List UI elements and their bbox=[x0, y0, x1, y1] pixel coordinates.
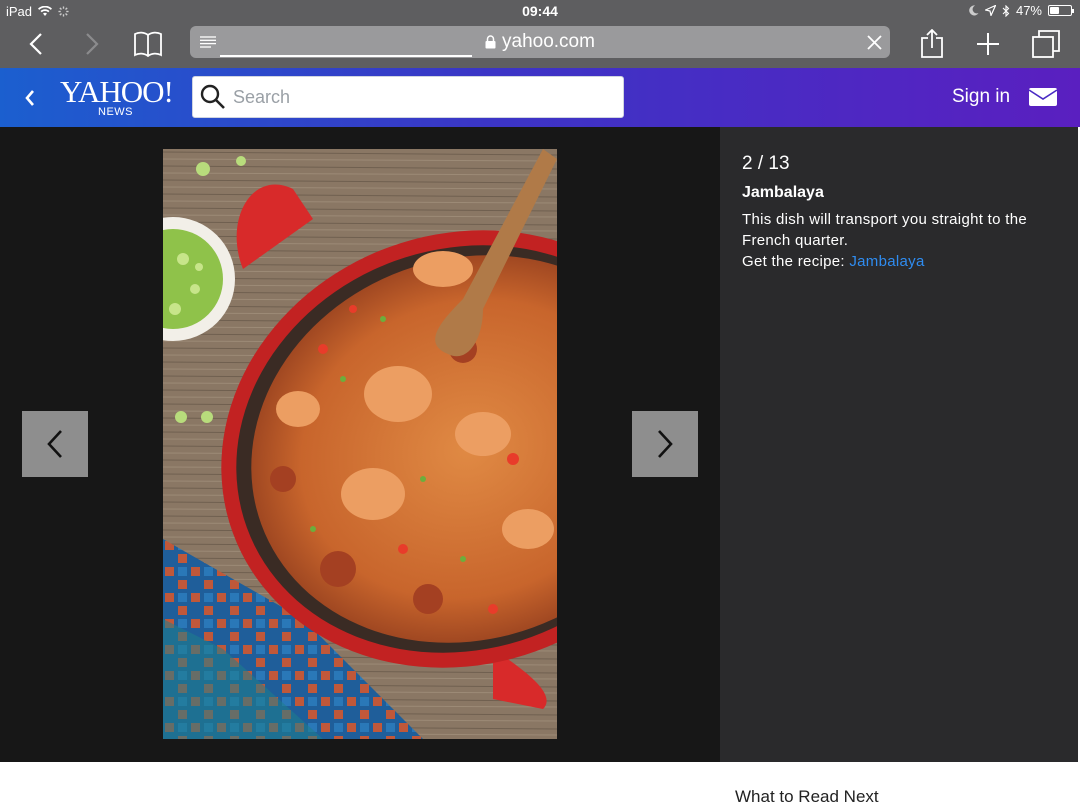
slide-description: This dish will transport you straight to… bbox=[742, 211, 1027, 249]
plus-icon bbox=[977, 33, 999, 55]
chevron-left-icon bbox=[47, 430, 62, 458]
browser-back-button[interactable] bbox=[18, 26, 54, 62]
browser-forward-button[interactable] bbox=[74, 26, 110, 62]
chevron-right-icon bbox=[658, 430, 673, 458]
yahoo-news-logo[interactable]: YAHOO! NEWS bbox=[60, 74, 174, 121]
moon-icon bbox=[969, 5, 979, 16]
recipe-line: Get the recipe: Jambalaya bbox=[742, 251, 925, 272]
bookmarks-button[interactable] bbox=[130, 26, 166, 62]
lock-icon bbox=[485, 35, 496, 49]
battery-icon bbox=[1048, 5, 1074, 16]
slide-counter: 2 / 13 bbox=[742, 153, 790, 174]
new-tab-button[interactable] bbox=[970, 26, 1006, 62]
tabs-overview-button[interactable] bbox=[1028, 26, 1064, 62]
recipe-link[interactable]: Jambalaya bbox=[849, 253, 924, 270]
logo-wordmark: YAHOO! bbox=[60, 74, 174, 109]
jambalaya-photo-illustration bbox=[163, 149, 557, 739]
status-bar: iPad 09:44 47% bbox=[0, 0, 1080, 22]
logo-subtitle: NEWS bbox=[98, 106, 133, 118]
battery-fill bbox=[1050, 7, 1060, 14]
tabs-icon bbox=[1032, 30, 1060, 58]
clock: 09:44 bbox=[522, 3, 558, 19]
sign-in-link[interactable]: Sign in bbox=[952, 86, 1010, 108]
chevron-left-icon bbox=[25, 90, 34, 106]
screen: iPad 09:44 47% yahoo.com YAHOO! NEWS Sea… bbox=[0, 0, 1080, 810]
search-box[interactable] bbox=[192, 76, 624, 118]
url-display: yahoo.com bbox=[190, 26, 890, 58]
share-button[interactable] bbox=[914, 26, 950, 62]
yahoo-header: YAHOO! NEWS Sign in bbox=[0, 68, 1080, 127]
next-slide-button[interactable] bbox=[632, 411, 698, 477]
what-to-read-next-heading: What to Read Next bbox=[735, 787, 879, 806]
bluetooth-icon bbox=[1002, 4, 1010, 17]
chevron-left-icon bbox=[29, 33, 42, 55]
recipe-prefix: Get the recipe: bbox=[742, 253, 845, 270]
below-slideshow: What to Read Next bbox=[0, 762, 1080, 810]
slide-title: Jambalaya bbox=[742, 184, 824, 201]
share-icon bbox=[921, 29, 943, 58]
location-icon bbox=[984, 5, 996, 16]
mail-icon[interactable] bbox=[1028, 85, 1058, 109]
browser-toolbar: yahoo.com bbox=[0, 22, 1080, 68]
header-back-button[interactable] bbox=[16, 84, 44, 112]
previous-slide-button[interactable] bbox=[22, 411, 88, 477]
stop-loading-icon[interactable] bbox=[867, 35, 882, 50]
chevron-right-icon bbox=[86, 33, 99, 55]
search-input[interactable] bbox=[233, 86, 613, 108]
slideshow-viewer bbox=[0, 127, 720, 762]
search-icon bbox=[193, 77, 233, 117]
status-right: 47% bbox=[969, 3, 1074, 18]
book-icon bbox=[134, 31, 162, 57]
battery-percent: 47% bbox=[1015, 3, 1042, 18]
address-bar[interactable]: yahoo.com bbox=[190, 26, 890, 58]
slide-caption-panel: 2 / 13 Jambalaya This dish will transpor… bbox=[720, 127, 1078, 762]
url-text: yahoo.com bbox=[502, 31, 595, 52]
slide-photo-jambalaya[interactable] bbox=[163, 149, 557, 739]
